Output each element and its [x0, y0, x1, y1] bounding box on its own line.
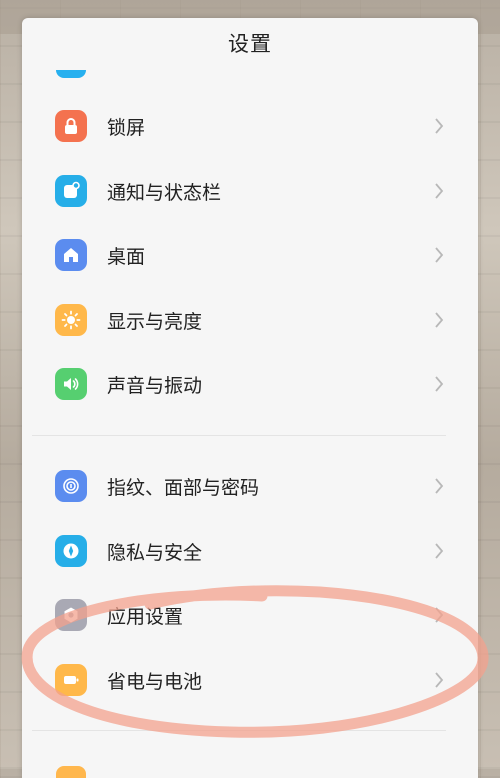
brightness-icon	[55, 304, 87, 336]
page-title: 设置	[228, 32, 272, 56]
settings-item-fingerprint[interactable]: 指纹、面部与密码	[22, 461, 478, 511]
section-divider	[32, 730, 446, 731]
chevron-right-icon	[435, 607, 444, 623]
settings-item-sound[interactable]: 声音与振动	[22, 359, 478, 409]
settings-item-display[interactable]: 显示与亮度	[22, 295, 478, 345]
notification-icon	[55, 175, 87, 207]
section-divider	[32, 435, 446, 436]
settings-screen: 设置 锁屏 通知与状态栏 桌面 显示与亮度 声音与振动 指纹、面部与密码 隐私与…	[22, 18, 478, 778]
speaker-icon	[55, 368, 87, 400]
chevron-right-icon	[435, 118, 444, 134]
settings-item-label: 显示与亮度	[107, 311, 203, 333]
settings-item-label: 指纹、面部与密码	[107, 477, 260, 499]
app-settings-icon	[55, 599, 87, 631]
chevron-right-icon	[435, 183, 444, 199]
chevron-right-icon	[435, 672, 444, 688]
settings-item-privacy[interactable]: 隐私与安全	[22, 526, 478, 576]
settings-item-label: 隐私与安全	[107, 542, 203, 564]
partial-icon	[56, 70, 86, 78]
settings-item-lockscreen[interactable]: 锁屏	[22, 101, 478, 151]
chevron-right-icon	[435, 543, 444, 559]
lock-icon	[55, 110, 87, 142]
partial-icon	[56, 766, 86, 778]
settings-item-label: 通知与状态栏	[107, 182, 222, 204]
settings-item-desktop[interactable]: 桌面	[22, 230, 478, 280]
settings-item-label: 省电与电池	[107, 671, 203, 693]
chevron-right-icon	[435, 312, 444, 328]
settings-item-label: 声音与振动	[107, 375, 203, 397]
settings-item-battery[interactable]: 省电与电池	[22, 655, 478, 705]
settings-item-notifications[interactable]: 通知与状态栏	[22, 166, 478, 216]
chevron-right-icon	[435, 478, 444, 494]
home-icon	[55, 239, 87, 271]
battery-icon	[55, 664, 87, 696]
chevron-right-icon	[435, 247, 444, 263]
fingerprint-icon	[55, 470, 87, 502]
settings-item-apps[interactable]: 应用设置	[22, 590, 478, 640]
settings-item-label: 应用设置	[107, 606, 184, 628]
chevron-right-icon	[435, 376, 444, 392]
settings-item-label: 锁屏	[107, 117, 146, 139]
privacy-icon	[55, 535, 87, 567]
settings-item-label: 桌面	[107, 246, 146, 268]
